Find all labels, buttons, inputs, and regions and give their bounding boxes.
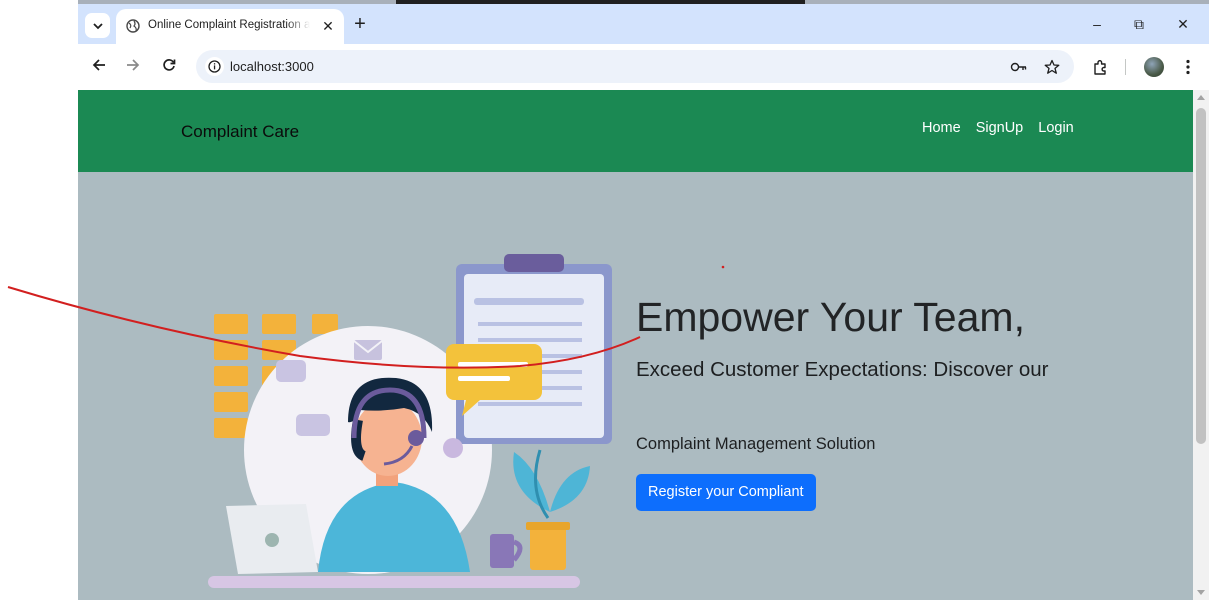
password-key-button[interactable] [1010, 58, 1028, 76]
back-arrow-icon [92, 59, 105, 71]
site-info-icon [208, 60, 221, 73]
back-button[interactable] [89, 57, 109, 77]
hero-section: Empower Your Team, Exceed Customer Expec… [78, 172, 1193, 600]
desk-surface [208, 576, 580, 588]
active-tab[interactable]: Online Complaint Registration and Manage… [116, 9, 344, 44]
browser-window: Online Complaint Registration and Manage… [78, 4, 1209, 600]
scrollbar-thumb[interactable] [1196, 108, 1206, 444]
more-menu-icon [1186, 59, 1190, 75]
tab-search-button[interactable] [85, 13, 110, 38]
page-viewport: Complaint Care Home SignUp Login Empower… [78, 90, 1209, 600]
tab-search-icon [92, 22, 103, 29]
globe-icon [126, 19, 140, 33]
nav-links: Home SignUp Login [922, 120, 1074, 136]
laptop [226, 504, 318, 574]
profile-avatar[interactable] [1144, 57, 1164, 77]
coffee-mug [490, 534, 523, 568]
brand-logo-text[interactable]: Complaint Care [181, 122, 299, 142]
bookmark-button[interactable] [1043, 58, 1061, 76]
site-navbar: Complaint Care Home SignUp Login [78, 90, 1193, 172]
envelope [353, 340, 383, 360]
address-bar[interactable]: localhost:3000 [196, 50, 1074, 83]
screen: Online Complaint Registration and Manage… [0, 0, 1209, 600]
window-restore-button[interactable]: ⧉ [1127, 14, 1151, 34]
browser-toolbar: localhost:3000 [78, 44, 1209, 90]
forward-arrow-icon [127, 59, 140, 71]
toolbar-separator [1125, 59, 1126, 75]
extensions-button[interactable] [1089, 56, 1111, 78]
page-scrollbar[interactable] [1193, 90, 1209, 600]
tab-close-button[interactable]: ✕ [320, 18, 336, 34]
scroll-up-arrow[interactable] [1197, 95, 1205, 100]
bookmark-star-icon [1044, 59, 1060, 74]
potted-plant [513, 449, 590, 570]
nav-link-login[interactable]: Login [1038, 120, 1073, 136]
more-menu-button[interactable] [1177, 56, 1199, 78]
reload-icon [163, 59, 176, 71]
url-text: localhost:3000 [230, 59, 314, 74]
window-minimize-button[interactable]: – [1085, 14, 1109, 34]
reload-button[interactable] [159, 57, 179, 77]
small-chat-bubble [296, 414, 330, 436]
nav-link-home[interactable]: Home [922, 120, 961, 136]
window-close-button[interactable]: ✕ [1171, 14, 1195, 34]
tab-title: Online Complaint Registration and Manage… [148, 19, 310, 31]
new-tab-button[interactable]: + [350, 14, 370, 35]
small-chat-bubble [276, 360, 306, 382]
extensions-icon [1093, 59, 1106, 75]
nav-link-signup[interactable]: SignUp [976, 120, 1024, 136]
tab-strip: Online Complaint Registration and Manage… [78, 4, 1209, 44]
customer-support-illustration [208, 254, 612, 588]
site-info-button[interactable] [205, 57, 224, 76]
hero-heading: Empower Your Team, [636, 294, 1025, 340]
register-complaint-button[interactable]: Register your Compliant [636, 474, 816, 511]
hero-subheading: Exceed Customer Expectations: Discover o… [636, 358, 1049, 381]
scroll-down-arrow[interactable] [1197, 590, 1205, 595]
password-key-icon [1010, 62, 1027, 72]
heart-shape [443, 438, 463, 458]
forward-button[interactable] [123, 57, 143, 77]
hero-tagline: Complaint Management Solution [636, 435, 876, 453]
